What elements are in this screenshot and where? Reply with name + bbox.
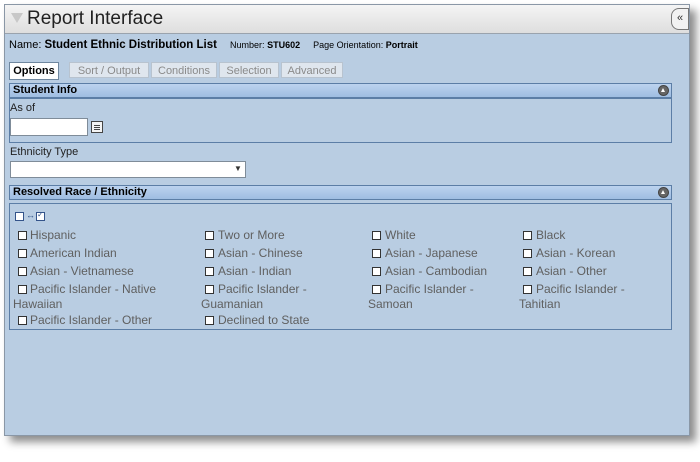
- calendar-icon[interactable]: [91, 121, 103, 133]
- checkbox-label: Asian - Indian: [218, 264, 292, 278]
- checkbox-label: Asian - Vietnamese: [30, 264, 134, 278]
- select-none-icon[interactable]: [15, 212, 24, 221]
- collapse-section-icon[interactable]: [658, 187, 669, 198]
- checkbox-asian-cambodian[interactable]: [372, 267, 381, 276]
- checkbox-label: Hispanic: [30, 228, 77, 242]
- checkbox-two-or-more[interactable]: [205, 231, 214, 240]
- checkbox-label: Asian - Cambodian: [385, 264, 488, 278]
- checkbox-label: Pacific Islander -: [218, 282, 307, 296]
- funnel-logo-icon: [11, 13, 23, 23]
- checkbox-asian-vietnamese[interactable]: [18, 267, 27, 276]
- checkbox-asian-japanese[interactable]: [372, 249, 381, 258]
- checkbox-pacific-islander-samoan[interactable]: [372, 285, 381, 294]
- tab-selection[interactable]: Selection: [219, 62, 279, 78]
- race-ethnicity-header[interactable]: Resolved Race / Ethnicity: [9, 185, 672, 200]
- checkbox-pacific-islander-native-hawaiian[interactable]: [18, 285, 27, 294]
- orientation-label: Page Orientation:: [313, 40, 384, 50]
- ethnicity-type-select[interactable]: ▼: [10, 161, 246, 178]
- collapse-section-icon[interactable]: [658, 85, 669, 96]
- checkbox-label: Asian - Other: [536, 264, 607, 278]
- swap-arrow-icon: ↔: [26, 210, 35, 220]
- checkbox-pacific-islander-tahitian[interactable]: [523, 285, 532, 294]
- checkbox-asian-other[interactable]: [523, 267, 532, 276]
- as-of-date-input[interactable]: [10, 118, 88, 136]
- student-info-panel: [9, 98, 672, 143]
- tab-advanced[interactable]: Advanced: [281, 62, 343, 78]
- checkbox-declined-to-state[interactable]: [205, 316, 214, 325]
- checkbox-label: American Indian: [30, 246, 117, 260]
- as-of-label: As of: [10, 102, 36, 114]
- checkbox-label: Pacific Islander - Other: [30, 313, 153, 327]
- window-title: Report Interface: [27, 8, 164, 29]
- checkbox-american-indian[interactable]: [18, 249, 27, 258]
- checkbox-label: Asian - Chinese: [218, 246, 303, 260]
- checkbox-label: Pacific Islander -: [385, 282, 474, 296]
- race-ethnicity-title: Resolved Race / Ethnicity: [13, 186, 147, 198]
- ethnicity-type-label: Ethnicity Type: [10, 146, 79, 158]
- collapse-panel-button[interactable]: «: [671, 8, 689, 30]
- report-number: STU602: [267, 40, 301, 50]
- checkbox-label: White: [385, 228, 416, 242]
- tab-sort-output[interactable]: Sort / Output: [69, 62, 149, 78]
- number-label: Number:: [230, 40, 265, 50]
- report-window: Report Interface « Name: Student Ethnic …: [4, 4, 690, 436]
- title-bar: Report Interface «: [5, 5, 689, 34]
- report-orientation: Portrait: [385, 40, 418, 50]
- checkbox-label-continued: Samoan: [368, 297, 413, 311]
- checkbox-hispanic[interactable]: [18, 231, 27, 240]
- chevron-down-icon[interactable]: ▼: [232, 163, 244, 175]
- tab-conditions[interactable]: Conditions: [151, 62, 217, 78]
- checkbox-asian-korean[interactable]: [523, 249, 532, 258]
- checkbox-label-continued: Guamanian: [201, 297, 264, 311]
- checkbox-label: Pacific Islander - Native: [30, 282, 157, 296]
- checkbox-asian-chinese[interactable]: [205, 249, 214, 258]
- checkbox-label-continued: Hawaiian: [13, 297, 63, 311]
- report-name: Student Ethnic Distribution List: [44, 39, 217, 51]
- checkbox-label: Asian - Korean: [536, 246, 616, 260]
- name-label: Name:: [9, 39, 42, 51]
- checkbox-pacific-islander-guamanian[interactable]: [205, 285, 214, 294]
- report-info-bar: Name: Student Ethnic Distribution List N…: [9, 39, 418, 51]
- checkbox-pacific-islander-other[interactable]: [18, 316, 27, 325]
- checkbox-label-continued: Tahitian: [519, 297, 561, 311]
- checkbox-black[interactable]: [523, 231, 532, 240]
- select-all-icon[interactable]: [36, 210, 45, 221]
- checkbox-label: Asian - Japanese: [385, 246, 478, 260]
- student-info-header[interactable]: Student Info: [9, 83, 672, 98]
- checkbox-label: Two or More: [218, 228, 285, 242]
- student-info-title: Student Info: [13, 84, 78, 96]
- checkbox-white[interactable]: [372, 231, 381, 240]
- checkbox-asian-indian[interactable]: [205, 267, 214, 276]
- tab-options[interactable]: Options: [9, 62, 59, 80]
- checkbox-label: Pacific Islander -: [536, 282, 625, 296]
- checkbox-label: Declined to State: [218, 313, 310, 327]
- checkbox-label: Black: [536, 228, 566, 242]
